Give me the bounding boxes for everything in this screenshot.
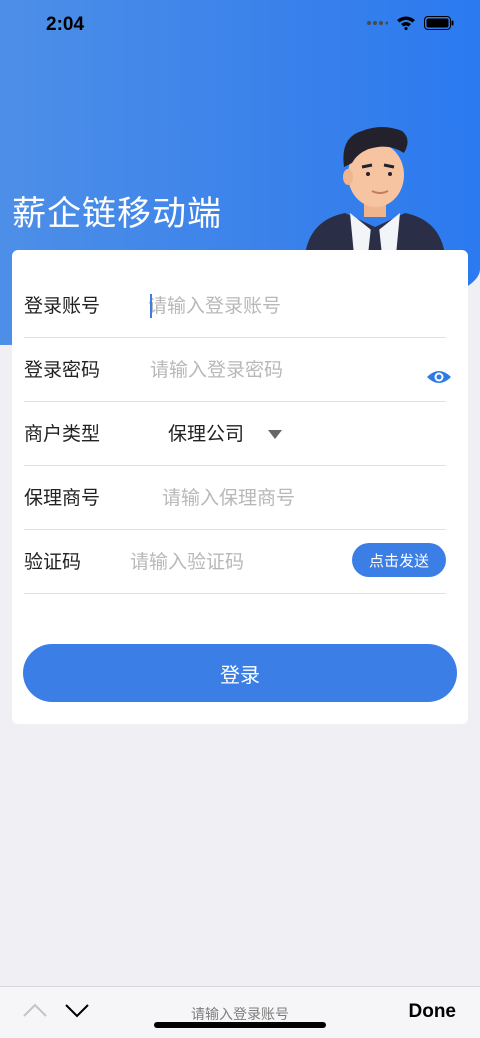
factoring-code-input[interactable] bbox=[162, 480, 438, 516]
home-indicator bbox=[154, 1022, 326, 1028]
password-input[interactable] bbox=[150, 352, 420, 388]
signal-dots-icon bbox=[367, 20, 388, 25]
app-title: 薪企链移动端 bbox=[12, 194, 222, 234]
status-bar: 2:04 bbox=[0, 0, 480, 50]
merchant-type-label: 商户类型 bbox=[24, 423, 101, 445]
account-label: 登录账号 bbox=[24, 295, 101, 317]
text-cursor bbox=[150, 294, 152, 318]
verification-label: 验证码 bbox=[24, 551, 82, 573]
send-code-button[interactable]: 点击发送 bbox=[352, 543, 446, 577]
status-time: 2:04 bbox=[46, 14, 85, 35]
verification-code-input[interactable] bbox=[130, 544, 340, 580]
password-row: 登录密码 bbox=[24, 338, 451, 402]
wifi-icon bbox=[397, 16, 415, 30]
keyboard-toolbar: 请输入登录账号 Done bbox=[0, 986, 480, 1038]
login-form-card: 登录账号 登录密码 商户类型 保理公司 保理商号 验证码 点击发送 登录 bbox=[12, 250, 468, 724]
done-button[interactable]: Done bbox=[409, 1001, 457, 1023]
factoring-code-row: 保理商号 bbox=[24, 466, 446, 530]
merchant-type-row[interactable]: 商户类型 保理公司 bbox=[24, 402, 446, 466]
password-label: 登录密码 bbox=[24, 359, 101, 381]
battery-icon bbox=[424, 15, 454, 30]
dropdown-arrow-icon[interactable] bbox=[268, 430, 282, 439]
merchant-type-select[interactable]: 保理公司 bbox=[168, 402, 244, 466]
verification-row: 验证码 点击发送 bbox=[24, 530, 446, 594]
factoring-code-label: 保理商号 bbox=[24, 487, 101, 509]
show-password-eye-icon[interactable] bbox=[426, 368, 452, 386]
account-input[interactable] bbox=[148, 288, 438, 324]
login-button[interactable]: 登录 bbox=[23, 644, 457, 702]
account-row: 登录账号 bbox=[24, 274, 446, 338]
user-avatar-illustration bbox=[305, 127, 445, 255]
